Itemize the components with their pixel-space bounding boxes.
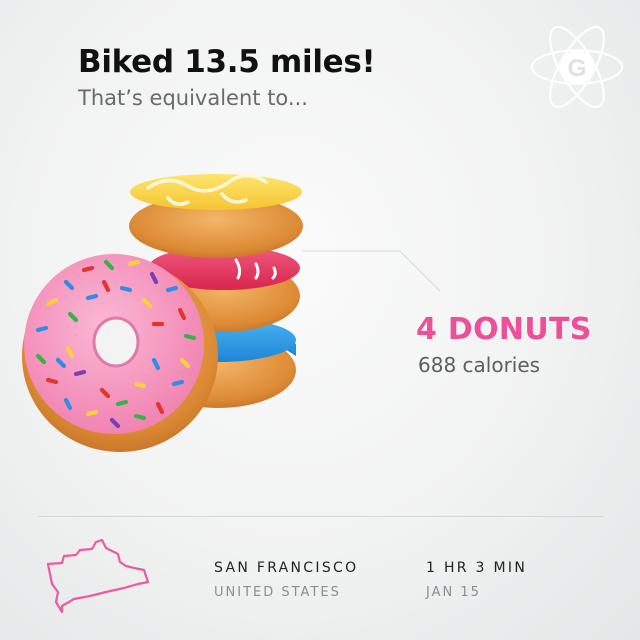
result-amount: 4 DONUTS [416,312,592,347]
location-city: SAN FRANCISCO [214,560,359,576]
yellow-donut [129,173,303,258]
footer-divider [38,516,604,517]
result-calories: 688 calories [418,353,541,377]
ride-date: JAN 15 [426,585,481,600]
ride-duration: 1 HR 3 MIN [426,560,528,576]
location-country: UNITED STATES [214,585,341,600]
route-map-icon [46,538,150,614]
donut-stack-illustration [22,173,303,452]
